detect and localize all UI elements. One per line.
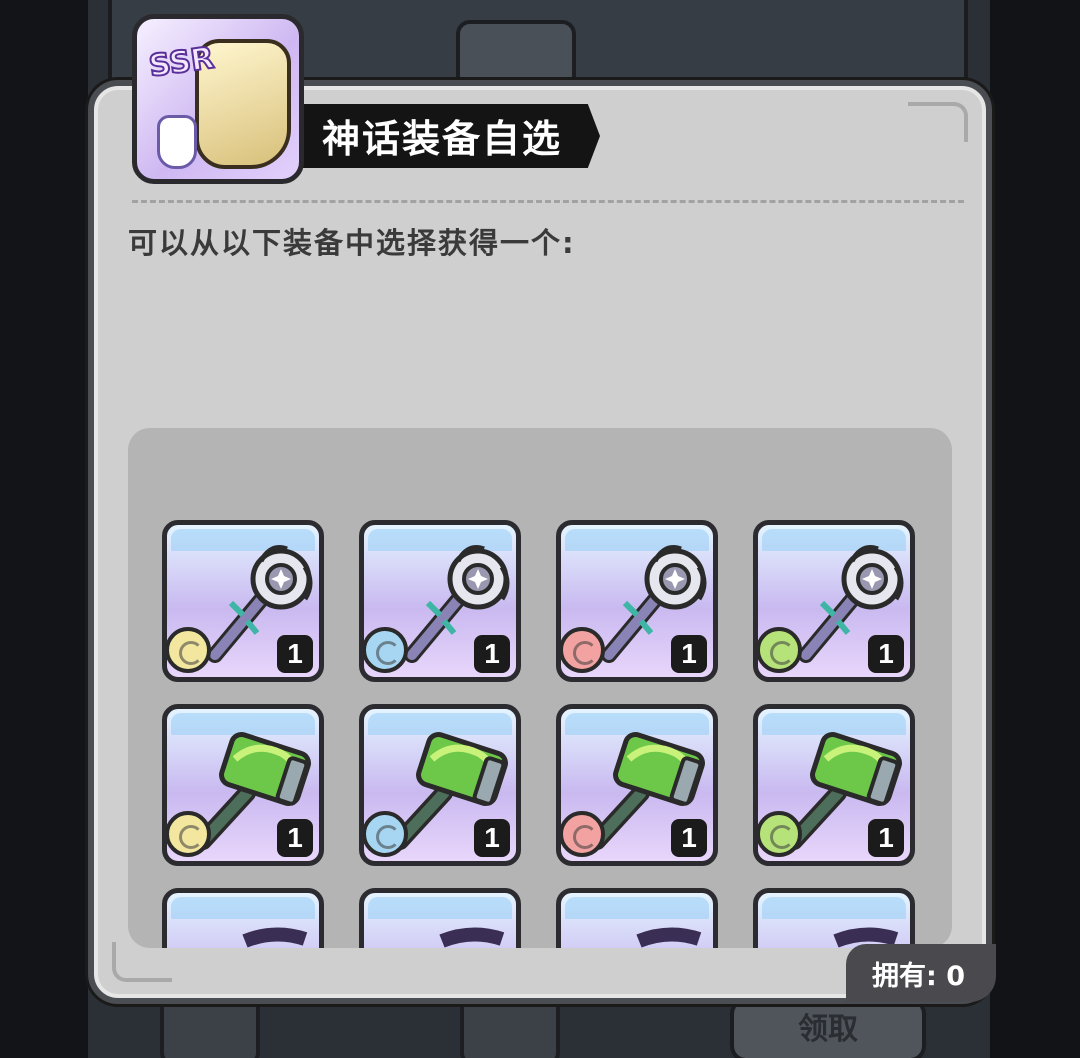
water-element-icon <box>364 811 408 857</box>
weapon-icon <box>636 927 702 948</box>
equipment-item[interactable]: 1 <box>359 704 521 866</box>
equipment-item[interactable]: 1 <box>556 520 718 682</box>
equipment-item[interactable] <box>359 888 521 948</box>
owned-label: 拥有: <box>872 961 937 992</box>
water-element-icon <box>364 627 408 673</box>
item-count: 1 <box>474 819 510 857</box>
claim-button[interactable]: 领取 <box>730 998 926 1058</box>
weapon-icon <box>833 927 899 948</box>
item-count: 1 <box>868 819 904 857</box>
wind-element-icon <box>758 811 802 857</box>
item-count: 1 <box>868 635 904 673</box>
owned-value: 0 <box>946 961 966 992</box>
background-item <box>460 995 560 1058</box>
item-count: 1 <box>671 819 707 857</box>
equipment-item[interactable]: 1 <box>359 520 521 682</box>
fire-element-icon <box>561 811 605 857</box>
wind-element-icon <box>758 627 802 673</box>
weapon-icon <box>439 927 505 948</box>
item-count: 1 <box>277 819 313 857</box>
equipment-item[interactable] <box>753 888 915 948</box>
equipment-item[interactable]: 1 <box>162 520 324 682</box>
equipment-item[interactable]: 1 <box>753 704 915 866</box>
weapon-icon <box>242 927 308 948</box>
item-count: 1 <box>474 635 510 673</box>
background-item <box>160 995 260 1058</box>
fire-element-icon <box>561 627 605 673</box>
light-element-icon <box>167 811 211 857</box>
equipment-item[interactable] <box>556 888 718 948</box>
light-element-icon <box>167 627 211 673</box>
hand-icon <box>157 115 197 169</box>
item-count: 1 <box>277 635 313 673</box>
equipment-item[interactable]: 1 <box>162 704 324 866</box>
background-left <box>0 0 88 1058</box>
corner-ornament <box>908 102 968 142</box>
equipment-item[interactable] <box>162 888 324 948</box>
owned-count: 拥有: 0 <box>872 954 965 993</box>
dialog-title: 神话装备自选 <box>322 117 563 161</box>
corner-ornament <box>112 942 172 982</box>
equipment-item[interactable]: 1 <box>753 520 915 682</box>
description-text: 可以从以下装备中选择获得一个: <box>128 226 576 260</box>
items-panel[interactable]: 1 1 1 1 1 1 1 1 <box>128 428 952 948</box>
item-count: 1 <box>671 635 707 673</box>
ssr-armor-icon: SSR <box>132 14 304 184</box>
items-grid: 1 1 1 1 1 1 1 1 <box>162 520 915 948</box>
background-right <box>990 0 1080 1058</box>
equipment-item[interactable]: 1 <box>556 704 718 866</box>
divider <box>132 200 964 203</box>
